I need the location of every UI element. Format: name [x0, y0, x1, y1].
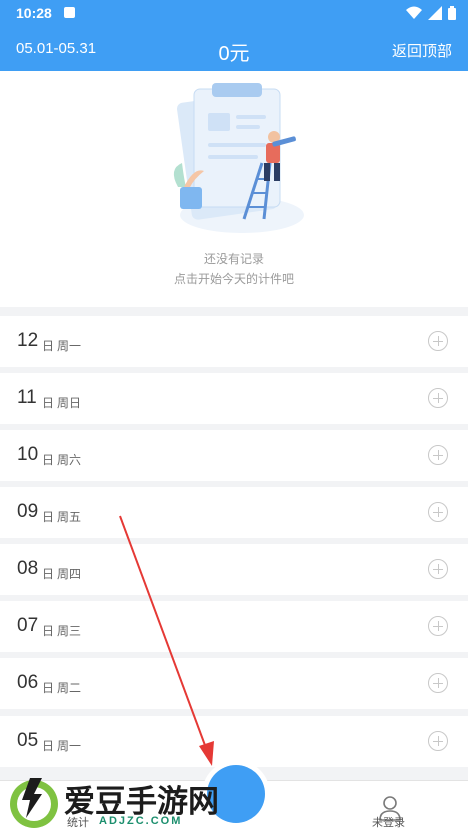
add-record-button[interactable] — [428, 388, 448, 408]
day-number: 10 — [17, 444, 39, 465]
day-suffix: 日 — [42, 624, 55, 638]
day-row[interactable]: 07 日 周三 — [0, 601, 468, 652]
day-number: 08 — [17, 558, 39, 579]
day-suffix: 日 — [42, 739, 55, 753]
add-record-button[interactable] — [428, 673, 448, 693]
day-row[interactable]: 08 日 周四 — [0, 544, 468, 595]
add-record-button[interactable] — [428, 616, 448, 636]
add-record-button[interactable] — [428, 731, 448, 751]
status-icons — [406, 6, 456, 20]
day-row[interactable]: 10 日 周六 — [0, 430, 468, 481]
add-record-button[interactable] — [428, 559, 448, 579]
day-suffix: 日 — [42, 453, 55, 467]
add-record-button[interactable] — [428, 445, 448, 465]
add-record-button[interactable] — [428, 502, 448, 522]
watermark-url: ADJZC.COM — [99, 815, 183, 827]
empty-clipboard-illustration — [173, 83, 304, 233]
weekday-label: 周二 — [57, 681, 82, 695]
weekday-label: 周六 — [57, 453, 82, 467]
wifi-icon — [406, 6, 422, 19]
back-to-top-button[interactable]: 返回顶部 — [392, 40, 452, 61]
weekday-label: 周四 — [57, 567, 82, 581]
day-number: 07 — [17, 615, 39, 636]
day-number: 05 — [17, 730, 39, 751]
empty-state: 还没有记录 点击开始今天的计件吧 — [0, 71, 468, 307]
day-row[interactable]: 12 日 周一 — [0, 316, 468, 367]
empty-state-title: 还没有记录 — [203, 252, 264, 266]
signal-icon — [428, 6, 442, 20]
day-row[interactable]: 06 日 周二 — [0, 658, 468, 709]
day-suffix: 日 — [42, 567, 55, 581]
empty-state-hint: 点击开始今天的计件吧 — [173, 272, 294, 286]
weekday-label: 周一 — [57, 739, 82, 753]
day-number: 06 — [17, 672, 39, 693]
watermark: 爱豆手游网 ADJZC.COM — [0, 768, 270, 833]
day-number: 12 — [17, 330, 39, 351]
weekday-label: 周五 — [57, 510, 82, 524]
day-suffix: 日 — [42, 510, 55, 524]
weekday-label: 周一 — [57, 339, 82, 353]
status-bar: 10:28 — [0, 0, 468, 28]
day-suffix: 日 — [42, 681, 55, 695]
day-number: 11 — [17, 387, 37, 408]
notification-icon — [64, 7, 75, 18]
day-row[interactable]: 11 日 周日 — [0, 373, 468, 424]
day-number: 09 — [17, 501, 39, 522]
day-suffix: 日 — [42, 339, 55, 353]
tab-login-label[interactable]: 未登录 — [372, 814, 405, 830]
weekday-label: 周三 — [57, 624, 82, 638]
battery-icon — [448, 6, 456, 20]
day-row[interactable]: 05 日 周一 — [0, 716, 468, 767]
status-time: 10:28 — [16, 5, 52, 21]
header: 05.01-05.31 0元 返回顶部 — [0, 28, 468, 71]
add-record-button[interactable] — [428, 331, 448, 351]
weekday-label: 周日 — [57, 396, 82, 410]
day-suffix: 日 — [42, 396, 55, 410]
watermark-logo-icon — [10, 778, 58, 828]
day-row[interactable]: 09 日 周五 — [0, 487, 468, 538]
